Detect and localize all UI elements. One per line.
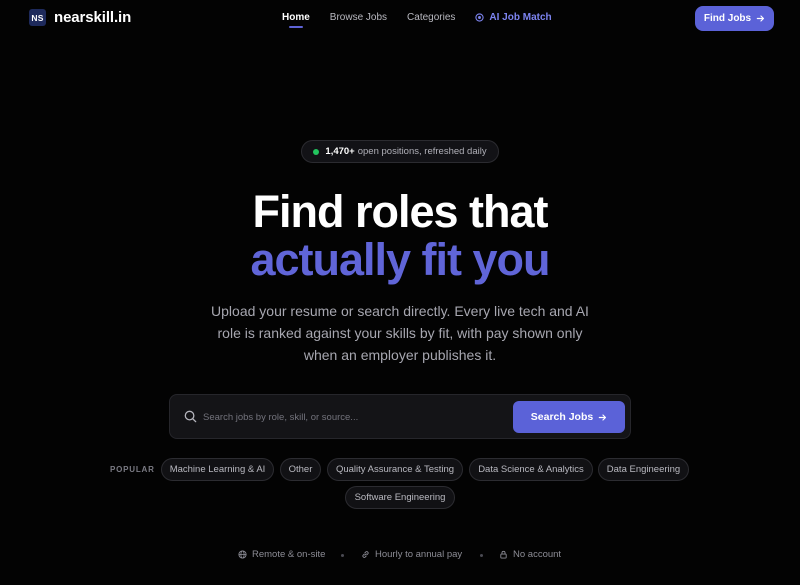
target-icon <box>475 13 485 22</box>
brand[interactable]: NS nearskill.in <box>29 9 131 26</box>
top-nav: NS nearskill.in Home Browse Jobs Categor… <box>0 0 800 38</box>
globe-icon <box>238 550 247 559</box>
feature-label: Remote & on-site <box>252 549 326 560</box>
nav-link-ai-job-match[interactable]: AI Job Match <box>475 12 552 23</box>
arrow-right-icon <box>756 15 765 22</box>
nav-link-home[interactable]: Home <box>282 12 310 28</box>
find-jobs-button-label: Find Jobs <box>703 13 752 24</box>
popular-label: POPULAR <box>110 465 155 474</box>
nav-links: Home Browse Jobs Categories AI Job Match <box>282 12 552 28</box>
search-jobs-button-label: Search Jobs <box>530 411 594 423</box>
feature-label: No account <box>513 549 562 560</box>
brand-name: nearskill.in <box>54 9 132 26</box>
tag-quality-assurance-testing[interactable]: Quality Assurance & Testing <box>327 458 463 481</box>
tag-data-engineering[interactable]: Data Engineering <box>598 458 689 481</box>
tag-machine-learning-ai[interactable]: Machine Learning & AI <box>161 458 274 481</box>
nav-link-categories[interactable]: Categories <box>407 12 455 23</box>
open-positions-text: open positions, refreshed daily <box>357 146 487 157</box>
nav-link-ai-job-match-label: AI Job Match <box>489 12 552 23</box>
open-positions-count: 1,470+ <box>325 146 355 157</box>
feature-label: Hourly to annual pay <box>375 549 463 560</box>
tag-other[interactable]: Other <box>280 458 321 481</box>
feature-item: Remote & on-site <box>238 549 325 560</box>
search-bar: Search Jobs <box>169 394 631 439</box>
feature-item: No account <box>499 549 561 560</box>
arrow-right-icon <box>598 413 607 421</box>
tag-software-engineering[interactable]: Software Engineering <box>345 486 455 509</box>
open-positions-badge: 1,470+ open positions, refreshed daily <box>301 140 499 163</box>
lock-icon <box>500 550 507 559</box>
headline-line-1: Find roles that <box>252 186 548 237</box>
feature-list: Remote & on-site Hourly to annual pay No… <box>0 549 800 563</box>
feature-separator <box>480 554 483 557</box>
status-dot <box>313 148 320 155</box>
search-input[interactable] <box>203 406 503 428</box>
nav-link-browse-jobs[interactable]: Browse Jobs <box>330 12 387 23</box>
headline-line-2: actually fit you <box>250 234 550 285</box>
hero-subtitle: Upload your resume or search directly. E… <box>211 303 589 363</box>
link-icon <box>362 551 369 558</box>
find-jobs-button[interactable]: Find Jobs <box>695 6 774 31</box>
search-icon <box>184 410 197 423</box>
brand-logo: NS <box>29 9 46 26</box>
search-jobs-button[interactable]: Search Jobs <box>513 401 625 433</box>
tag-data-science-analytics[interactable]: Data Science & Analytics <box>469 458 593 481</box>
feature-separator <box>341 554 344 557</box>
feature-item: Hourly to annual pay <box>361 549 462 560</box>
